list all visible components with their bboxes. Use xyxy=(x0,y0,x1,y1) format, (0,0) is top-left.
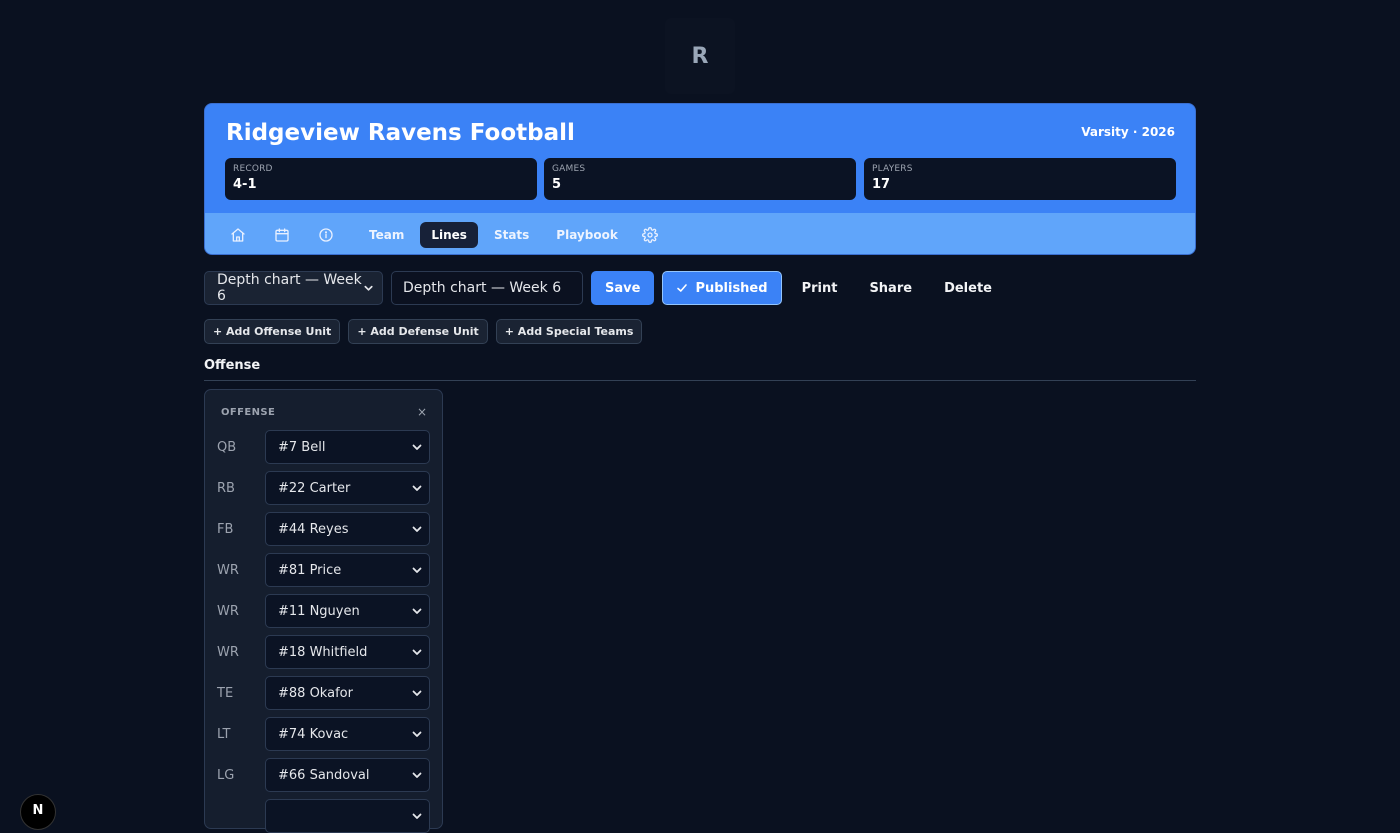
team-header: Ridgeview Ravens Football Varsity · 2026… xyxy=(204,103,1196,255)
player-select[interactable]: #74 Kovac xyxy=(265,717,430,751)
position-label: LG xyxy=(217,767,235,783)
chevron-down-icon xyxy=(412,731,422,737)
depth-chart-toolbar: Depth chart — Week 6 Save Published Prin… xyxy=(204,271,1002,305)
position-label: QB xyxy=(217,439,237,455)
stat-card-record: RECORD 4-1 xyxy=(225,158,537,200)
player-select-value: #18 Whitfield xyxy=(278,644,368,660)
section-divider xyxy=(204,380,1196,381)
chevron-down-icon xyxy=(412,444,422,450)
tab-team[interactable]: Team xyxy=(358,222,415,248)
stat-card-games: GAMES 5 xyxy=(544,158,856,200)
tab-lines[interactable]: Lines xyxy=(420,221,478,248)
position-row: FB #44 Reyes xyxy=(217,512,431,546)
chevron-down-icon xyxy=(412,772,422,778)
chart-name-input[interactable] xyxy=(391,271,583,305)
published-label: Published xyxy=(695,280,768,296)
chevron-down-icon xyxy=(364,285,373,291)
dev-badge[interactable]: N xyxy=(20,794,56,830)
player-select[interactable]: #88 Okafor xyxy=(265,676,430,710)
stat-label: RECORD xyxy=(233,164,273,174)
share-button[interactable]: Share xyxy=(859,271,922,305)
player-select[interactable]: #22 Carter xyxy=(265,471,430,505)
player-select-value: #66 Sandoval xyxy=(278,767,370,783)
stat-value: 4-1 xyxy=(233,177,257,192)
chevron-down-icon xyxy=(412,649,422,655)
stat-label: GAMES xyxy=(552,164,586,174)
chevron-down-icon xyxy=(412,608,422,614)
close-icon[interactable]: × xyxy=(417,405,427,419)
chevron-down-icon xyxy=(412,813,422,819)
chevron-down-icon xyxy=(412,567,422,573)
player-select[interactable]: #7 Bell xyxy=(265,430,430,464)
gear-icon[interactable] xyxy=(638,223,662,247)
header-top: Ridgeview Ravens Football Varsity · 2026… xyxy=(205,104,1195,213)
stat-label: PLAYERS xyxy=(872,164,913,174)
add-defense-unit-button[interactable]: + Add Defense Unit xyxy=(348,319,488,344)
player-select-value: #44 Reyes xyxy=(278,521,349,537)
add-unit-row: + Add Offense Unit + Add Defense Unit + … xyxy=(204,319,643,344)
position-label: RB xyxy=(217,480,235,496)
position-row: WR #18 Whitfield xyxy=(217,635,431,669)
position-label: WR xyxy=(217,603,239,619)
player-select-value: #7 Bell xyxy=(278,439,326,455)
add-special-teams-button[interactable]: + Add Special Teams xyxy=(495,319,643,344)
position-row xyxy=(217,799,431,833)
offense-unit-card: OFFENSE × QB #7 Bell RB #22 Carter FB #44 Rey… xyxy=(204,389,443,833)
depth-chart-select-value: Depth chart — Week 6 xyxy=(217,272,362,304)
position-row: WR #11 Nguyen xyxy=(217,594,431,628)
position-row: LT #74 Kovac xyxy=(217,717,431,751)
player-select-value: #22 Carter xyxy=(278,480,351,496)
stat-value: 5 xyxy=(552,177,562,192)
position-row: QB #7 Bell xyxy=(217,430,431,464)
position-label: LT xyxy=(217,726,231,742)
player-select[interactable] xyxy=(265,799,430,833)
chevron-down-icon xyxy=(412,526,422,532)
chevron-down-icon xyxy=(412,485,422,491)
player-select-value: #11 Nguyen xyxy=(278,603,360,619)
player-select-value: #74 Kovac xyxy=(278,726,349,742)
position-row: TE #88 Okafor xyxy=(217,676,431,710)
player-select[interactable]: #18 Whitfield xyxy=(265,635,430,669)
player-select-value: #81 Price xyxy=(278,562,342,578)
position-row: LG #66 Sandoval xyxy=(217,758,431,792)
player-select[interactable]: #44 Reyes xyxy=(265,512,430,546)
position-label: WR xyxy=(217,644,239,660)
app-logo[interactable]: R xyxy=(665,18,735,94)
tab-playbook[interactable]: Playbook xyxy=(545,222,629,248)
published-button[interactable]: Published xyxy=(662,271,782,305)
calendar-icon[interactable] xyxy=(270,223,294,247)
info-icon[interactable] xyxy=(314,223,338,247)
add-offense-unit-button[interactable]: + Add Offense Unit xyxy=(204,319,341,344)
position-row: WR #81 Price xyxy=(217,553,431,587)
logo-letter: R xyxy=(691,43,709,69)
tab-stats[interactable]: Stats xyxy=(483,222,540,248)
section-title: Offense xyxy=(204,358,261,373)
position-label: WR xyxy=(217,562,239,578)
player-select[interactable]: #11 Nguyen xyxy=(265,594,430,628)
stat-card-players: PLAYERS 17 xyxy=(864,158,1176,200)
team-nav: Team Lines Stats Playbook xyxy=(205,213,1195,254)
player-select[interactable]: #81 Price xyxy=(265,553,430,587)
season-label: Varsity · 2026 xyxy=(1081,125,1175,139)
player-select[interactable]: #66 Sandoval xyxy=(265,758,430,792)
position-label: TE xyxy=(217,685,234,701)
chevron-down-icon xyxy=(412,690,422,696)
team-name: Ridgeview Ravens Football xyxy=(226,120,575,146)
check-icon xyxy=(677,284,688,292)
home-icon[interactable] xyxy=(226,223,250,247)
unit-title: OFFENSE xyxy=(221,407,276,418)
position-label: FB xyxy=(217,521,234,537)
delete-button[interactable]: Delete xyxy=(934,271,1002,305)
player-select-value: #88 Okafor xyxy=(278,685,353,701)
depth-chart-select[interactable]: Depth chart — Week 6 xyxy=(204,271,383,305)
print-button[interactable]: Print xyxy=(792,271,848,305)
position-row: RB #22 Carter xyxy=(217,471,431,505)
stat-value: 17 xyxy=(872,177,891,192)
save-button[interactable]: Save xyxy=(591,271,655,305)
